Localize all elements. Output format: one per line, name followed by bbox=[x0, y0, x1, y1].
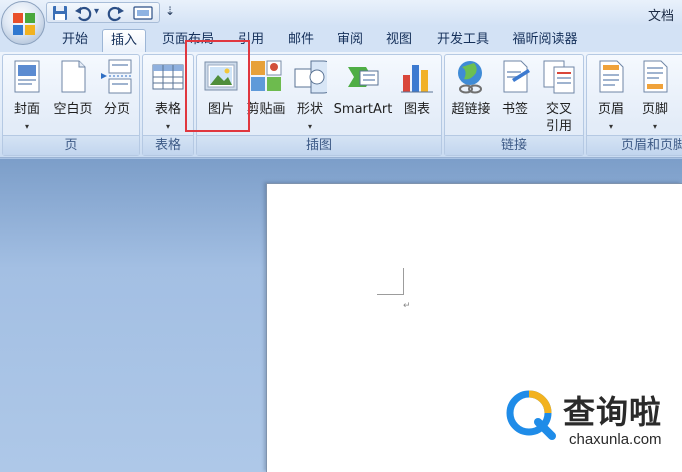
ribbon: 封面 ▾ 空白页 分页 页 表格 ▾ 表格 图片 剪贴画 形状 ▾ SmartA… bbox=[0, 52, 682, 158]
tab-mailings[interactable]: 邮件 bbox=[282, 29, 320, 52]
tab-review[interactable]: 审阅 bbox=[331, 29, 369, 52]
cross-reference-label-line2: 引用 bbox=[545, 119, 572, 134]
group-links-label: 链接 bbox=[445, 135, 583, 155]
table-icon bbox=[152, 64, 184, 90]
bookmark-button[interactable]: 书签 bbox=[495, 57, 535, 135]
margin-corner-marker bbox=[377, 268, 404, 295]
undo-icon[interactable] bbox=[74, 4, 92, 22]
group-tables-label: 表格 bbox=[143, 135, 193, 155]
page-break-label: 分页 bbox=[103, 102, 130, 117]
paragraph-mark: ↵ bbox=[403, 301, 411, 311]
cross-reference-button[interactable]: 交叉 引用 bbox=[537, 57, 581, 135]
group-illustrations-label: 插图 bbox=[197, 135, 441, 155]
group-header-footer-label: 页眉和页脚 bbox=[587, 135, 682, 155]
shapes-button[interactable]: 形状 ▾ bbox=[289, 57, 331, 135]
hyperlink-button[interactable]: 超链接 bbox=[447, 57, 495, 135]
chart-button[interactable]: 图表 bbox=[395, 57, 439, 135]
cover-page-label: 封面 bbox=[13, 102, 40, 117]
chart-label: 图表 bbox=[403, 102, 430, 117]
tab-insert[interactable]: 插入 bbox=[102, 29, 146, 52]
tab-view[interactable]: 视图 bbox=[380, 29, 418, 52]
magnifier-logo-icon bbox=[506, 390, 556, 440]
page-break-button[interactable]: 分页 bbox=[97, 57, 137, 135]
header-icon bbox=[599, 60, 624, 93]
footer-dropdown[interactable]: ▾ bbox=[633, 123, 677, 131]
window-title: 文档 bbox=[648, 9, 675, 24]
hyperlink-icon bbox=[458, 61, 482, 94]
blank-page-button[interactable]: 空白页 bbox=[49, 57, 97, 135]
group-pages: 封面 ▾ 空白页 分页 页 bbox=[2, 54, 140, 156]
group-header-footer: 页眉 ▾ 页脚 ▾ 页眉和页脚 bbox=[586, 54, 682, 156]
redo-icon[interactable] bbox=[107, 4, 125, 22]
tab-foxit-reader[interactable]: 福昕阅读器 bbox=[506, 29, 584, 52]
tab-home[interactable]: 开始 bbox=[56, 29, 94, 52]
smartart-label: SmartArt bbox=[333, 102, 393, 117]
bookmark-label: 书签 bbox=[501, 102, 528, 117]
blank-page-label: 空白页 bbox=[53, 102, 93, 117]
footer-icon bbox=[643, 60, 668, 93]
hyperlink-label: 超链接 bbox=[451, 102, 491, 117]
cover-page-dropdown[interactable]: ▾ bbox=[5, 123, 49, 131]
cover-page-icon bbox=[14, 60, 40, 93]
bookmark-icon bbox=[503, 60, 530, 93]
undo-dropdown[interactable]: ▾ bbox=[94, 6, 99, 17]
customize-icon[interactable] bbox=[131, 4, 155, 22]
footer-button[interactable]: 页脚 ▾ bbox=[633, 57, 677, 135]
quick-access-toolbar: ▾ bbox=[46, 2, 160, 23]
page-break-icon bbox=[101, 59, 132, 94]
shapes-label: 形状 bbox=[296, 102, 323, 117]
qat-menu-arrow[interactable]: ⇣ bbox=[165, 4, 175, 18]
office-button[interactable] bbox=[1, 1, 45, 45]
footer-label: 页脚 bbox=[641, 102, 668, 117]
header-label: 页眉 bbox=[597, 102, 624, 117]
office-logo-icon bbox=[13, 13, 35, 35]
blank-page-icon bbox=[61, 60, 86, 93]
smartart-button[interactable]: SmartArt bbox=[331, 57, 395, 135]
shapes-dropdown[interactable]: ▾ bbox=[289, 123, 331, 131]
cross-reference-label-line1: 交叉 bbox=[545, 102, 572, 117]
group-pages-label: 页 bbox=[3, 135, 139, 155]
watermark-url: chaxunla.com bbox=[569, 431, 662, 448]
smartart-icon bbox=[348, 67, 379, 87]
picture-button-highlight bbox=[185, 40, 250, 132]
header-dropdown[interactable]: ▾ bbox=[589, 123, 633, 131]
group-links: 超链接 书签 交叉 引用 链接 bbox=[444, 54, 584, 156]
watermark: 查询啦 chaxunla.com bbox=[505, 385, 680, 455]
watermark-text: 查询啦 bbox=[563, 393, 663, 431]
chart-icon bbox=[401, 65, 433, 93]
ribbon-tab-bar: 开始 插入 页面布局 引用 邮件 审阅 视图 开发工具 福昕阅读器 bbox=[0, 26, 682, 52]
shapes-icon bbox=[294, 60, 327, 94]
cross-reference-label: 交叉 引用 bbox=[537, 101, 581, 135]
clip-art-icon bbox=[251, 60, 282, 91]
save-icon[interactable] bbox=[51, 4, 69, 22]
cover-page-button[interactable]: 封面 ▾ bbox=[5, 57, 49, 135]
cross-reference-icon bbox=[543, 60, 575, 94]
tab-developer[interactable]: 开发工具 bbox=[430, 29, 496, 52]
title-bar: ▾ ⇣ 文档 bbox=[0, 0, 682, 26]
header-button[interactable]: 页眉 ▾ bbox=[589, 57, 633, 135]
